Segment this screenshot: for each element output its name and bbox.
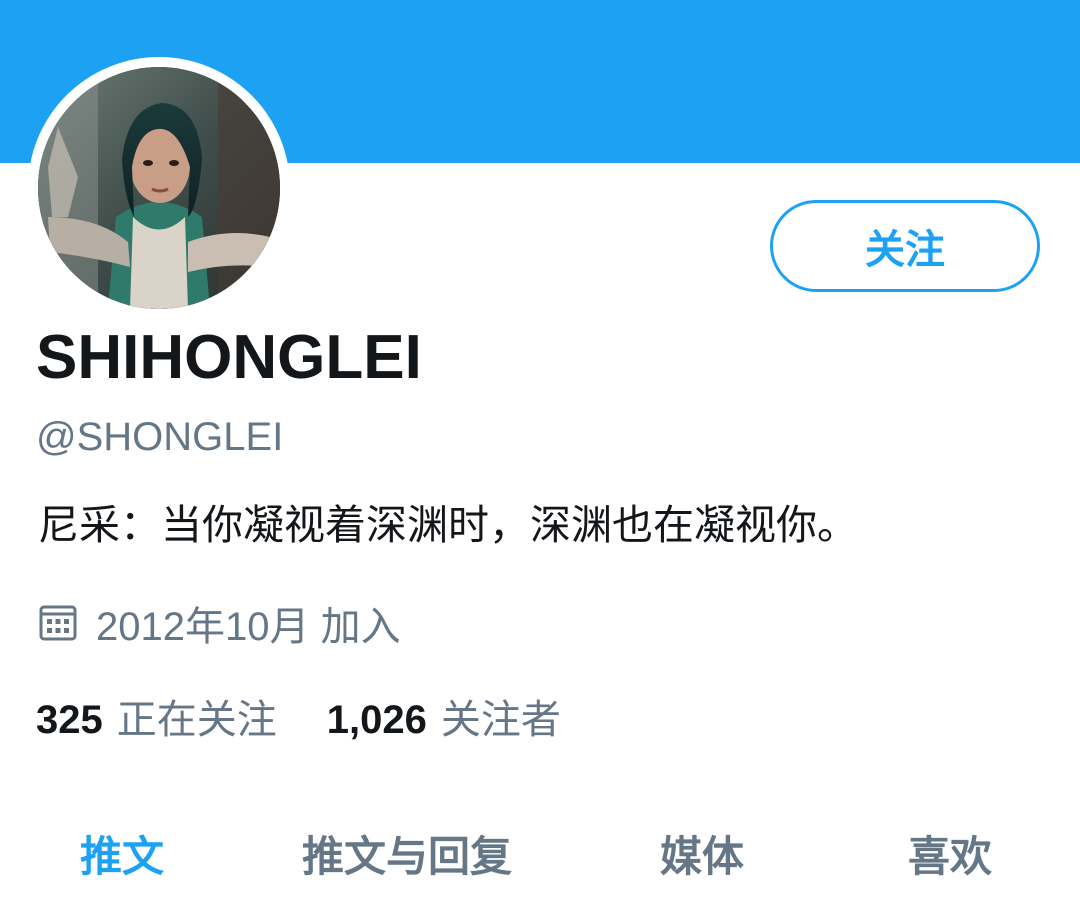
followers-label: 关注者 xyxy=(440,698,561,742)
following-count: 325 xyxy=(36,698,103,742)
tab-tweets-and-replies[interactable]: 推文与回复 xyxy=(302,818,512,888)
profile-stats: 325 正在关注 1,026 关注者 xyxy=(36,688,561,744)
avatar-frame xyxy=(28,57,290,319)
display-name: SHIHONGLEI xyxy=(36,323,422,392)
following-label: 正在关注 xyxy=(116,698,277,742)
profile-tabs: 推文 推文与回复 媒体 喜欢 xyxy=(0,818,1080,888)
followers-count: 1,026 xyxy=(326,698,427,742)
avatar[interactable] xyxy=(38,67,280,309)
avatar-image xyxy=(38,67,280,309)
follow-button[interactable]: 关注 xyxy=(770,200,1040,292)
tab-tweets[interactable]: 推文 xyxy=(80,818,164,888)
tab-likes[interactable]: 喜欢 xyxy=(908,818,992,888)
calendar-icon xyxy=(39,605,77,641)
user-handle: @SHONGLEI xyxy=(36,415,284,459)
following-link[interactable]: 325 正在关注 xyxy=(36,687,277,745)
followers-link[interactable]: 1,026 关注者 xyxy=(327,687,561,745)
profile-bio: 尼采：当你凝视着深渊时，深渊也在凝视你。 xyxy=(38,502,858,548)
profile-page: 关注 SHIHONGLEI @SHONGLEI 尼采：当你凝视着深渊时，深渊也在… xyxy=(0,0,1080,909)
joined-date: 2012年10月 加入 xyxy=(38,596,401,650)
joined-date-text: 2012年10月 加入 xyxy=(96,605,401,649)
tab-media[interactable]: 媒体 xyxy=(660,818,744,888)
